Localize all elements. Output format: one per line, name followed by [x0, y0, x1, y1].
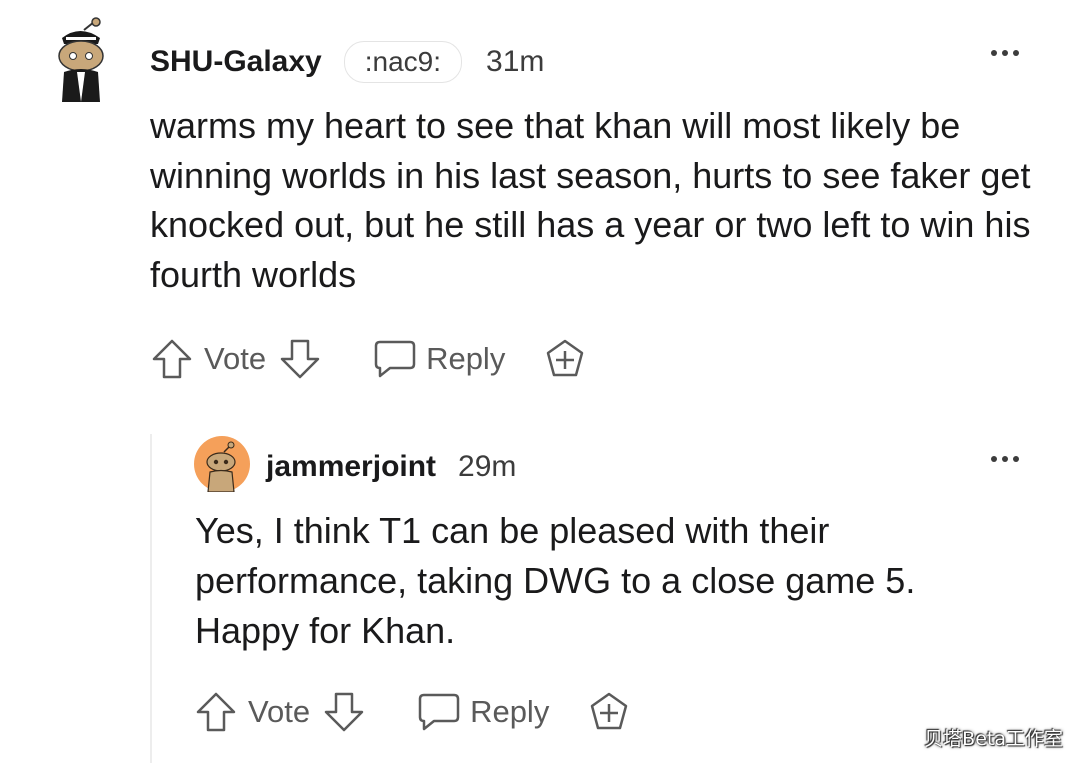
comment-meta: jammerjoint 29m	[266, 450, 516, 484]
comment-body: Yes, I think T1 can be pleased with thei…	[195, 510, 916, 651]
avatar[interactable]	[50, 16, 110, 106]
reply-label: Reply	[426, 341, 506, 376]
award-icon	[547, 339, 584, 377]
award-button[interactable]	[587, 690, 631, 734]
comment-body: warms my heart to see that khan will mos…	[150, 105, 1031, 295]
reply-button[interactable]: Reply	[372, 338, 505, 380]
username[interactable]: SHU-Galaxy	[150, 45, 322, 79]
timestamp[interactable]: 31m	[486, 45, 544, 79]
upvote-icon	[152, 339, 192, 379]
comment-meta: SHU-Galaxy :nac9: 31m	[150, 41, 544, 83]
timestamp[interactable]: 29m	[458, 450, 516, 484]
vote-label: Vote	[204, 341, 267, 376]
downvote-icon	[280, 339, 320, 379]
award-icon	[591, 692, 628, 730]
more-options-button[interactable]	[985, 44, 1025, 62]
vote-label: Vote	[248, 694, 311, 729]
comment-actions: Vote Reply	[150, 337, 587, 381]
reply-icon	[418, 693, 460, 731]
snoo-avatar-icon	[58, 17, 104, 102]
avatar[interactable]	[194, 436, 250, 492]
downvote-button[interactable]	[278, 337, 322, 381]
reply-label: Reply	[470, 694, 550, 729]
thread-line[interactable]	[150, 434, 152, 763]
username[interactable]: jammerjoint	[266, 450, 436, 484]
user-flair: :nac9:	[343, 41, 463, 83]
upvote-button[interactable]	[194, 690, 238, 734]
upvote-button[interactable]	[150, 337, 194, 381]
downvote-icon	[324, 692, 364, 732]
more-options-icon	[991, 50, 997, 56]
reply-button[interactable]: Reply	[416, 691, 549, 733]
snoo-avatar-icon	[194, 436, 250, 492]
more-options-button[interactable]	[985, 450, 1025, 468]
watermark: 贝塔Beta工作室	[924, 728, 1063, 750]
reply-icon	[374, 340, 416, 378]
upvote-icon	[196, 692, 236, 732]
award-button[interactable]	[543, 337, 587, 381]
comment-actions: Vote Reply	[194, 690, 631, 734]
more-options-icon	[991, 456, 997, 462]
downvote-button[interactable]	[322, 690, 366, 734]
